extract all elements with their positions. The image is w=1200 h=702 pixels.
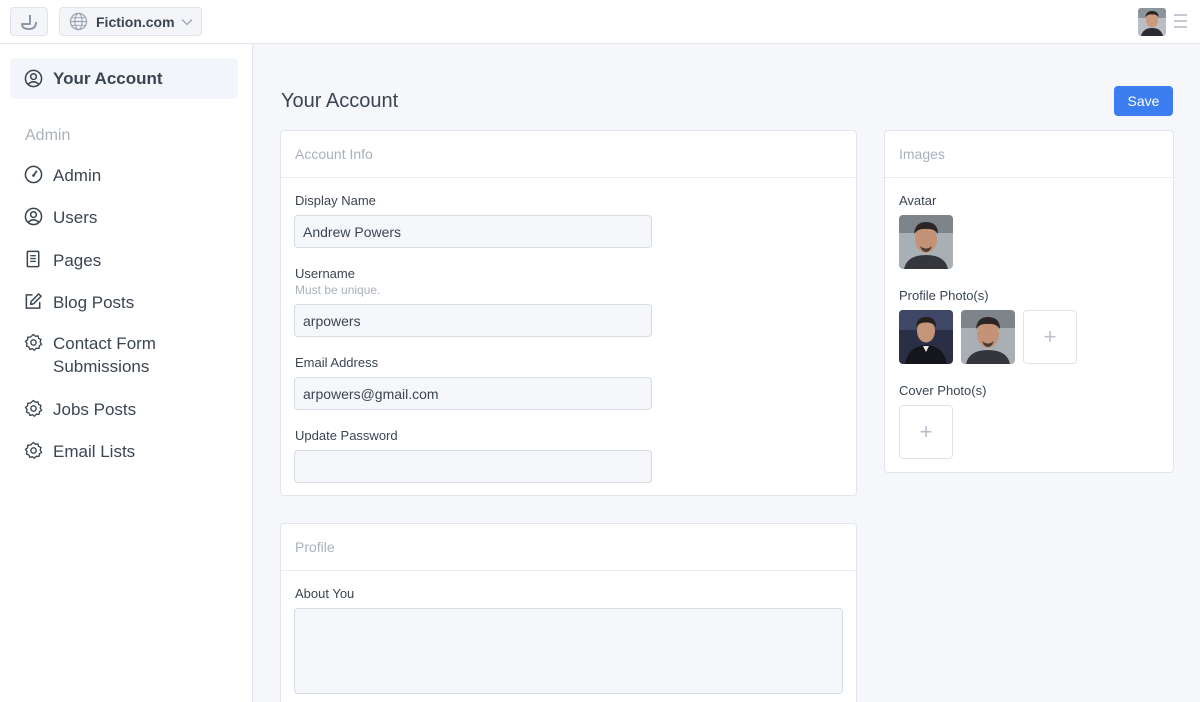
sidebar-item-label: Contact Form Submissions [53, 334, 156, 376]
sidebar-item-jobs-posts[interactable]: Jobs Posts [24, 398, 234, 421]
portrait-photo-icon [899, 310, 953, 364]
app-logo-icon [21, 14, 37, 30]
about-you-field[interactable] [294, 608, 843, 694]
gear-icon [24, 441, 43, 459]
avatar-image[interactable] [899, 215, 953, 269]
sidebar-item-your-account[interactable]: Your Account [10, 58, 238, 99]
about-you-label: About You [295, 586, 355, 601]
card-header: Account Info [281, 131, 856, 178]
email-label: Email Address [295, 355, 379, 370]
display-name-field[interactable] [294, 215, 652, 248]
username-label: Username [295, 266, 355, 281]
site-name: Fiction.com [96, 13, 175, 30]
portrait-photo-icon [961, 310, 1015, 364]
card-header: Images [885, 131, 1173, 178]
avatar-photo-icon [1138, 8, 1166, 36]
user-avatar[interactable] [1138, 8, 1166, 36]
portrait-photo-icon [899, 215, 953, 269]
sidebar: Your Account Admin Admin Users Pages Blo… [0, 44, 253, 702]
gauge-icon [24, 165, 43, 184]
sidebar-item-label: Your Account [53, 68, 163, 88]
profile-card: Profile About You [280, 523, 857, 702]
plus-icon: + [919, 419, 933, 444]
sidebar-item-label: Admin [53, 166, 102, 185]
email-field[interactable] [294, 377, 652, 410]
sidebar-item-users[interactable]: Users [24, 206, 234, 229]
gear-icon [24, 333, 43, 351]
site-switcher[interactable]: Fiction.com [59, 7, 202, 36]
username-hint: Must be unique. [295, 283, 381, 297]
sidebar-item-blog-posts[interactable]: Blog Posts [24, 291, 234, 314]
globe-icon [69, 12, 88, 31]
chevron-down-icon [181, 18, 193, 25]
card-header: Profile [281, 524, 856, 571]
document-icon [26, 250, 40, 268]
profile-photo-2[interactable] [961, 310, 1015, 364]
sidebar-item-label: Users [53, 208, 98, 227]
user-circle-icon [24, 69, 43, 88]
page-title: Your Account [281, 90, 399, 112]
sidebar-item-label: Email Lists [53, 442, 136, 461]
hamburger-menu-icon[interactable] [1173, 12, 1188, 30]
top-bar: Fiction.com [0, 0, 1200, 44]
add-cover-photo-button[interactable]: + [899, 405, 953, 459]
add-profile-photo-button[interactable]: + [1023, 310, 1077, 364]
sidebar-item-contact-form-submissions[interactable]: Contact Form Submissions [24, 332, 174, 378]
password-field[interactable] [294, 450, 652, 483]
cover-photos-label: Cover Photo(s) [899, 383, 987, 398]
app-logo-button[interactable] [10, 7, 48, 36]
sidebar-item-label: Jobs Posts [53, 400, 137, 419]
user-circle-icon [24, 207, 43, 226]
display-name-label: Display Name [295, 193, 376, 208]
sidebar-item-label: Pages [53, 251, 102, 270]
save-button[interactable]: Save [1114, 86, 1173, 116]
profile-photo-1[interactable] [899, 310, 953, 364]
images-card: Images Avatar Profile Photo(s) + Cover P… [884, 130, 1174, 473]
plus-icon: + [1043, 324, 1057, 349]
sidebar-item-admin[interactable]: Admin [24, 164, 234, 187]
account-info-card: Account Info Display Name Username Must … [280, 130, 857, 496]
username-field[interactable] [294, 304, 652, 337]
sidebar-item-email-lists[interactable]: Email Lists [24, 440, 234, 463]
sidebar-heading-admin: Admin [25, 127, 71, 144]
password-label: Update Password [295, 428, 398, 443]
avatar-label: Avatar [899, 193, 937, 208]
gear-icon [24, 399, 43, 417]
profile-photos-label: Profile Photo(s) [899, 288, 989, 303]
sidebar-item-pages[interactable]: Pages [24, 249, 234, 272]
edit-icon [25, 293, 42, 309]
sidebar-item-label: Blog Posts [53, 293, 135, 312]
